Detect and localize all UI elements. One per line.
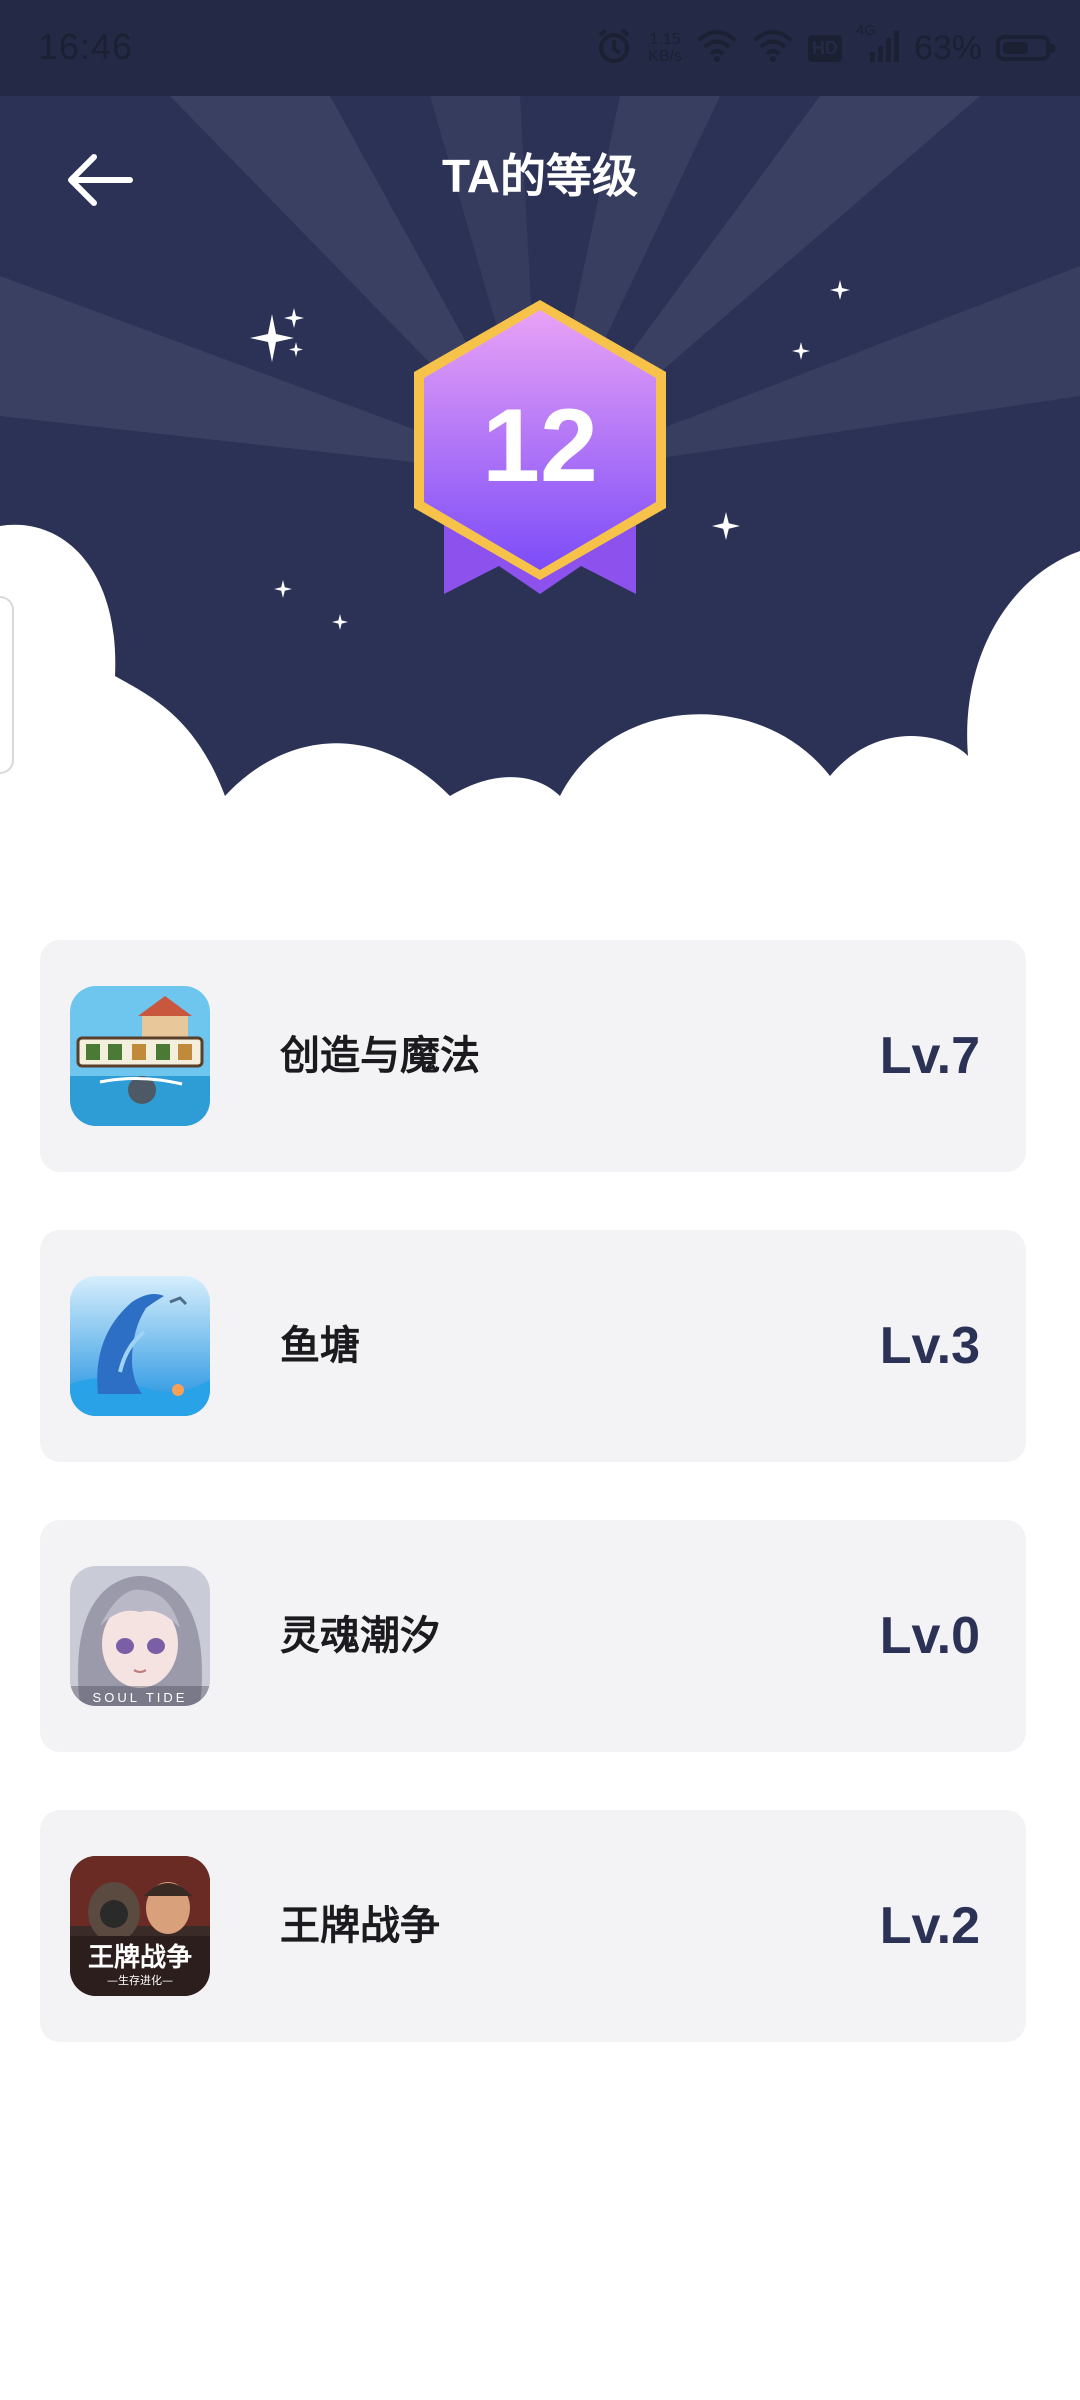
battery-icon (996, 35, 1055, 61)
wifi-secondary-icon (752, 28, 794, 69)
ace-war-logo-subtext: —生存进化— (107, 1973, 173, 1987)
ace-war-logo-text: 王牌战争 (88, 1942, 192, 1973)
game-card-ace-war[interactable]: 王牌战争 —生存进化— 王牌战争 Lv.2 (40, 1810, 1026, 2042)
soul-tide-game-icon: SOUL TIDE (70, 1566, 210, 1706)
wifi-icon (696, 28, 738, 69)
alarm-icon (594, 26, 634, 71)
network-speed: 1.15 KB/s (648, 31, 682, 65)
game-name: 王牌战争 (280, 1904, 440, 1948)
battery-fill (1003, 42, 1028, 54)
soul-tide-logo-text: SOUL TIDE (93, 1690, 188, 1705)
fish-pond-dolphin-game-icon (70, 1276, 210, 1416)
game-name: 创造与魔法 (280, 1034, 480, 1078)
game-card-fish-pond[interactable]: 鱼塘 Lv.3 (40, 1230, 1026, 1462)
network-speed-unit: KB/s (648, 48, 682, 65)
game-level: Lv.2 (879, 1897, 980, 1955)
status-time: 16:46 (38, 26, 134, 67)
creation-and-magic-game-icon (70, 986, 210, 1126)
status-icons: 1.15 KB/s HD 4G 63% (594, 22, 1055, 72)
game-name: 灵魂潮汐 (280, 1614, 440, 1658)
game-name: 鱼塘 (280, 1324, 360, 1368)
hd-badge: HD (807, 34, 842, 62)
game-card-soul-tide[interactable]: SOUL TIDE 灵魂潮汐 Lv.0 (40, 1520, 1026, 1752)
battery-percent: 63% (913, 28, 982, 67)
side-drawer-handle[interactable] (0, 596, 14, 774)
cell-signal-icon: 4G (856, 22, 900, 69)
ace-war-game-icon: 王牌战争 —生存进化— (70, 1856, 210, 1996)
cloud-decoration (0, 524, 1080, 816)
signal-type-label: 4G (855, 21, 876, 39)
game-card-creation-magic[interactable]: 创造与魔法 Lv.7 (40, 940, 1026, 1172)
game-level: Lv.7 (879, 1027, 980, 1085)
network-speed-value: 1.15 (649, 31, 681, 48)
status-bar: 16:46 1.15 KB/s HD 4G 63% (0, 0, 1080, 96)
game-level: Lv.0 (879, 1607, 980, 1665)
level-header: TA的等级 12 (0, 96, 1080, 816)
game-level: Lv.3 (879, 1317, 980, 1375)
